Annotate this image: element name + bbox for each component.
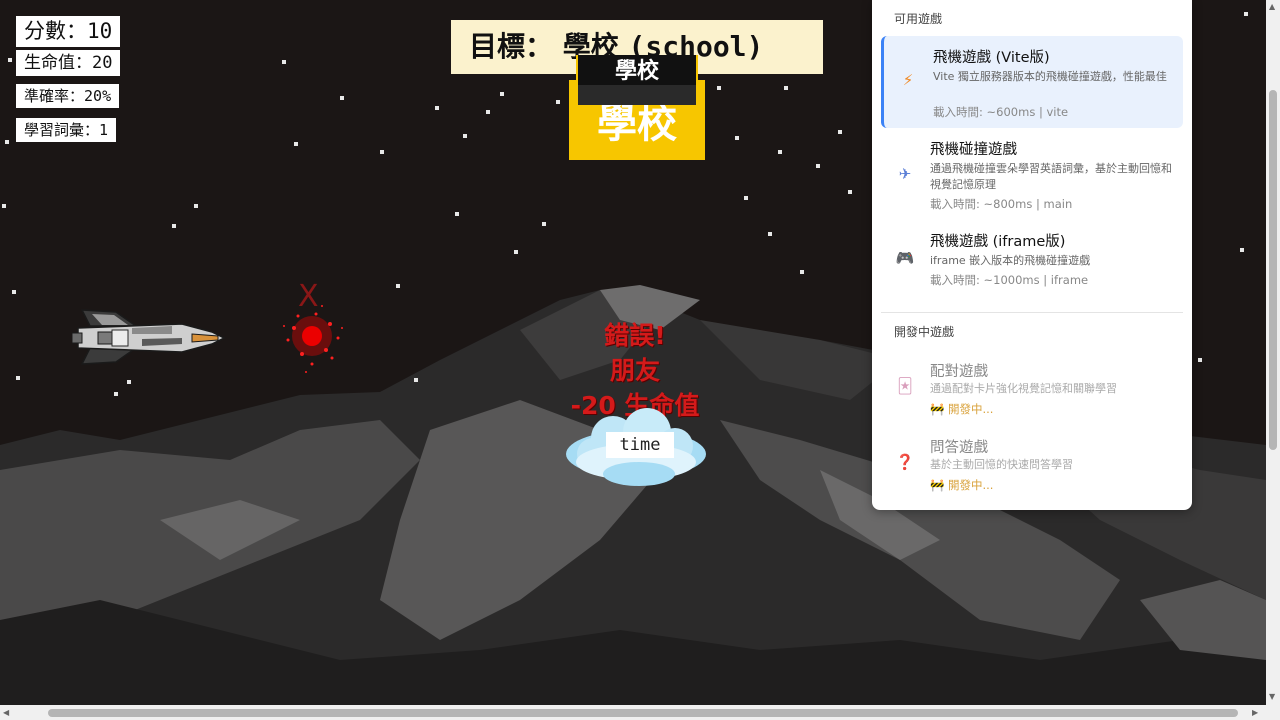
game-option-title: 飛機碰撞遊戲 [930, 142, 1017, 158]
scroll-down-icon[interactable]: ▼ [1269, 692, 1275, 701]
game-select-dropdown: 可用遊戲 ⚡ 飛機遊戲 (Vite版) Vite 獨立服務器版本的飛機碰撞遊戲，… [872, 0, 1192, 510]
target-label: 目標： [469, 30, 554, 63]
airplane-icon: ✈ [898, 165, 912, 183]
lightning-icon: ⚡ [902, 71, 914, 89]
burst-x-mark: X [298, 279, 319, 314]
score-display: 分數：10 [16, 16, 121, 47]
gamepad-icon: 🎮 [895, 249, 915, 267]
game-option-title: 飛機遊戲 (Vite版) [933, 50, 1050, 66]
game-option-desc: iframe 嵌入版本的飛機碰撞遊戲 [930, 254, 1091, 267]
accuracy-display: 準確率：20% [16, 84, 120, 108]
player-spaceship[interactable] [72, 306, 226, 368]
game-option-meta: 🚧 開發中... [930, 478, 994, 492]
scroll-up-icon[interactable]: ▲ [1269, 2, 1275, 11]
scroll-left-icon[interactable]: ◀ [3, 708, 9, 717]
target-word-card-small: 學校 [576, 55, 698, 105]
life-value: 20 [92, 53, 113, 73]
life-display: 生命值：20 [16, 50, 121, 76]
feedback-word: 朋友 [609, 356, 660, 385]
feedback-status: 錯誤! [604, 321, 666, 350]
question-icon: ❓ [895, 453, 915, 471]
game-option-meta: 載入時間: ~800ms | main [930, 197, 1073, 211]
game-option-desc: Vite 獨立服務器版本的飛機碰撞遊戲，性能最佳 [933, 70, 1167, 83]
vocab-value: 1 [99, 121, 109, 139]
explosion-burst: X [283, 279, 343, 373]
card-icon: 🃏 [897, 377, 913, 395]
game-option-desc: 基於主動回憶的快速問答學習 [930, 458, 1073, 471]
vocab-label: 學習詞彙： [24, 121, 100, 139]
game-option-matching: 🃏 配對遊戲 通過配對卡片強化視覺記憶和關聯學習 🚧 開發中... [881, 350, 1183, 420]
game-option-meta: 🚧 開發中... [930, 402, 994, 416]
vertical-scroll-thumb[interactable] [1269, 90, 1277, 450]
accuracy-value: 20% [84, 87, 112, 105]
game-option-desc: 通過飛機碰撞雲朵學習英語詞彙，基於主動回憶和視覺記憶原理 [930, 162, 1172, 191]
game-option-quiz: ❓ 問答遊戲 基於主動回憶的快速問答學習 🚧 開發中... [881, 426, 1183, 496]
game-option-iframe[interactable]: 🎮 飛機遊戲 (iframe版) iframe 嵌入版本的飛機碰撞遊戲 載入時間… [881, 220, 1183, 296]
cloud-word-label: time [606, 432, 674, 458]
horizontal-scrollbar[interactable]: ◀ ▶ [0, 705, 1266, 720]
game-option-title: 飛機遊戲 (iframe版) [930, 234, 1066, 250]
game-option-meta: 載入時間: ~1000ms | iframe [930, 273, 1089, 287]
game-option-vite[interactable]: ⚡ 飛機遊戲 (Vite版) Vite 獨立服務器版本的飛機碰撞遊戲，性能最佳 … [881, 36, 1183, 128]
accuracy-label: 準確率： [24, 87, 85, 105]
score-value: 10 [87, 19, 113, 43]
game-option-title: 問答遊戲 [930, 440, 988, 456]
vocab-display: 學習詞彙：1 [16, 118, 117, 142]
vertical-scrollbar[interactable]: ▲ ▼ [1266, 0, 1280, 705]
game-option-desc: 通過配對卡片強化視覺記憶和關聯學習 [930, 382, 1117, 395]
game-option-title: 配對遊戲 [930, 364, 988, 380]
available-games-title: 可用遊戲 [894, 12, 943, 26]
score-label: 分數： [24, 19, 87, 43]
game-option-main[interactable]: ✈ 飛機碰撞遊戲 通過飛機碰撞雲朵學習英語詞彙，基於主動回憶和視覺記憶原理 載入… [881, 128, 1183, 216]
dev-games-title: 開發中遊戲 [894, 325, 955, 339]
life-label: 生命值： [24, 53, 92, 73]
section-divider [881, 312, 1183, 313]
scroll-right-icon[interactable]: ▶ [1252, 708, 1258, 717]
horizontal-scroll-thumb[interactable] [48, 709, 1238, 717]
game-option-meta: 載入時間: ~600ms | vite [933, 105, 1069, 119]
